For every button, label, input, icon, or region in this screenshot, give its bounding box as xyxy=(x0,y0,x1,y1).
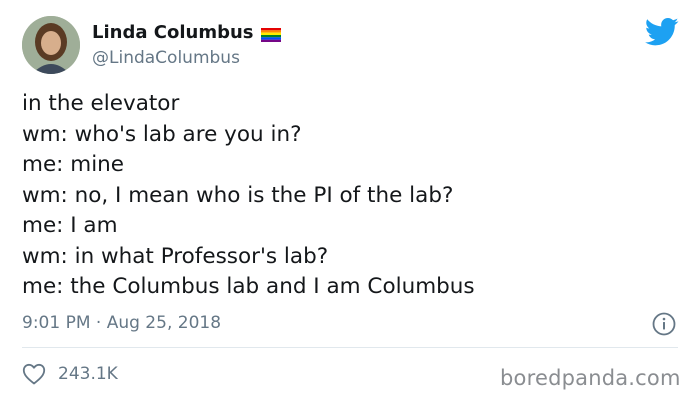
tweet-line: wm: no, I mean who is the PI of the lab? xyxy=(22,182,454,208)
tweet-line: me: mine xyxy=(22,152,125,177)
heart-icon[interactable] xyxy=(22,363,46,385)
like-button[interactable]: 243.1K xyxy=(22,363,118,385)
tweet-line: me: the Columbus lab and I am Columbus xyxy=(22,274,475,299)
tweet-timestamp[interactable]: 9:01 PM · Aug 25, 2018 xyxy=(22,313,221,333)
tweet-line: wm: in what Professor's lab? xyxy=(22,243,329,269)
divider xyxy=(22,347,678,348)
like-count: 243.1K xyxy=(58,364,118,384)
tweet-line: wm: who's lab are you in? xyxy=(22,121,302,147)
twitter-bird-icon[interactable] xyxy=(644,17,679,47)
tweet-text: in the elevator wm: who's lab are you in… xyxy=(22,89,475,303)
watermark: boredpanda.com xyxy=(500,366,681,390)
avatar[interactable] xyxy=(22,16,80,74)
rainbow-flag-icon xyxy=(261,26,282,42)
author-name-text[interactable]: Linda Columbus xyxy=(92,22,253,43)
author-name[interactable]: Linda Columbus xyxy=(92,22,282,43)
tweet-line: me: I am xyxy=(22,213,118,238)
author-handle[interactable]: @LindaColumbus xyxy=(92,48,240,68)
tweet-line: in the elevator xyxy=(22,91,180,116)
info-icon[interactable] xyxy=(652,312,676,336)
